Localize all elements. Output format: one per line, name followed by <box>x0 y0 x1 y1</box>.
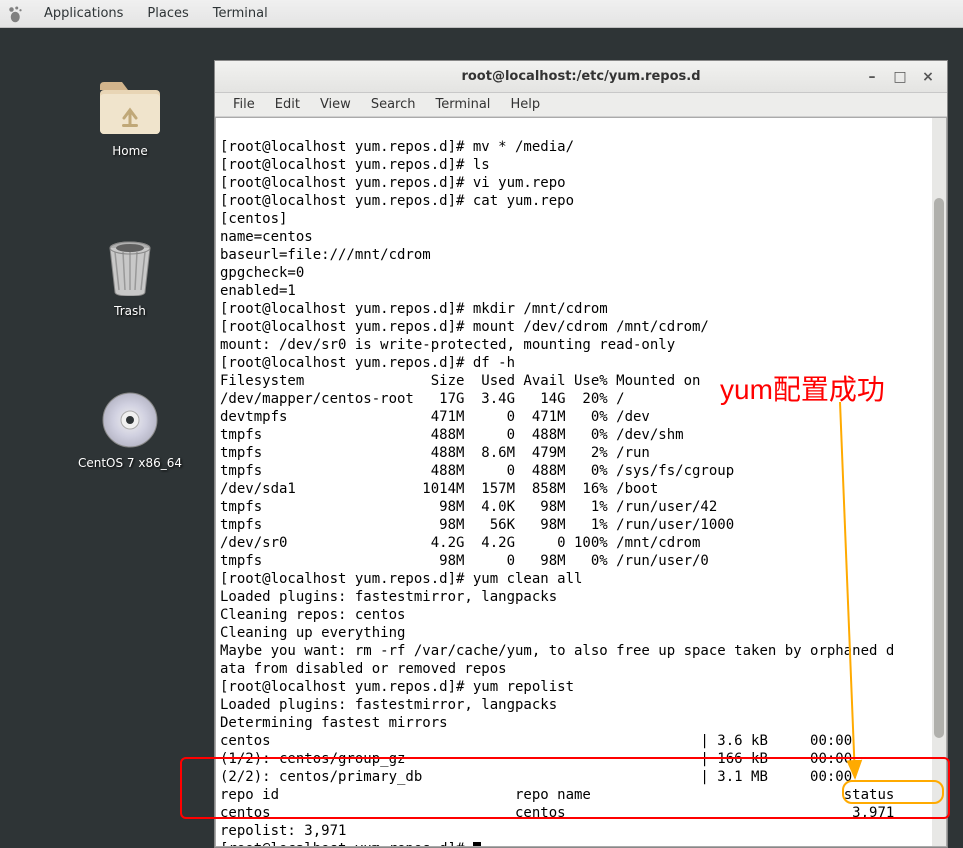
terminal-window: root@localhost:/etc/yum.repos.d – □ × Fi… <box>214 60 948 848</box>
terminal-line: [root@localhost yum.repos.d]# yum repoli… <box>220 679 574 695</box>
terminal-taskbar-item[interactable]: Terminal <box>201 6 280 21</box>
terminal-line: tmpfs 488M 0 488M 0% /dev/shm <box>220 427 684 443</box>
terminal-line: [root@localhost yum.repos.d]# mv * /medi… <box>220 139 574 155</box>
menu-help[interactable]: Help <box>500 97 550 112</box>
terminal-line: [root@localhost yum.repos.d]# df -h <box>220 355 515 371</box>
trash-label: Trash <box>70 304 190 318</box>
terminal-line: [root@localhost yum.repos.d]# cat yum.re… <box>220 193 574 209</box>
scrollbar-thumb[interactable] <box>934 198 944 738</box>
terminal-line: Determining fastest mirrors <box>220 715 448 731</box>
terminal-menubar: File Edit View Search Terminal Help <box>215 93 947 117</box>
terminal-line: [root@localhost yum.repos.d]# vi yum.rep… <box>220 175 566 191</box>
terminal-scrollbar[interactable] <box>932 118 946 846</box>
terminal-line: Loaded plugins: fastestmirror, langpacks <box>220 589 557 605</box>
gnome-foot-icon <box>6 4 26 24</box>
terminal-line: tmpfs 98M 4.0K 98M 1% /run/user/42 <box>220 499 717 515</box>
terminal-line: [root@localhost yum.repos.d]# mount /dev… <box>220 319 709 335</box>
terminal-line: /dev/sr0 4.2G 4.2G 0 100% /mnt/cdrom <box>220 535 700 551</box>
terminal-line: tmpfs 98M 0 98M 0% /run/user/0 <box>220 553 709 569</box>
terminal-body[interactable]: [root@localhost yum.repos.d]# mv * /medi… <box>215 117 947 847</box>
home-label: Home <box>70 144 190 158</box>
window-title: root@localhost:/etc/yum.repos.d <box>215 69 947 84</box>
minimize-button[interactable]: – <box>859 66 885 88</box>
annotation-text: yum配置成功 <box>720 368 885 408</box>
terminal-line: Cleaning up everything <box>220 625 405 641</box>
menu-file[interactable]: File <box>223 97 265 112</box>
terminal-line: Cleaning repos: centos <box>220 607 405 623</box>
desktop[interactable]: Home Trash <box>0 28 963 820</box>
menu-view[interactable]: View <box>310 97 361 112</box>
terminal-line: tmpfs 488M 8.6M 479M 2% /run <box>220 445 650 461</box>
terminal-line: tmpfs 98M 56K 98M 1% /run/user/1000 <box>220 517 734 533</box>
trash-bin-icon <box>98 238 162 298</box>
annotation-highlight-red <box>180 757 950 819</box>
window-titlebar[interactable]: root@localhost:/etc/yum.repos.d – □ × <box>215 61 947 93</box>
terminal-line: [root@localhost yum.repos.d]# yum clean … <box>220 571 582 587</box>
terminal-line: mount: /dev/sr0 is write-protected, moun… <box>220 337 675 353</box>
terminal-line: devtmpfs 471M 0 471M 0% /dev <box>220 409 650 425</box>
folder-icon <box>98 78 162 138</box>
terminal-line: tmpfs 488M 0 488M 0% /sys/fs/cgroup <box>220 463 734 479</box>
terminal-line: /dev/sda1 1014M 157M 858M 16% /boot <box>220 481 658 497</box>
window-controls: – □ × <box>859 61 941 93</box>
terminal-line: baseurl=file:///mnt/cdrom <box>220 247 431 263</box>
menu-search[interactable]: Search <box>361 97 426 112</box>
top-panel: Applications Places Terminal <box>0 0 963 28</box>
terminal-line: ata from disabled or removed repos <box>220 661 507 677</box>
maximize-button[interactable]: □ <box>887 66 913 88</box>
terminal-line: Filesystem Size Used Avail Use% Mounted … <box>220 373 700 389</box>
terminal-line: enabled=1 <box>220 283 296 299</box>
cdrom-label: CentOS 7 x86_64 <box>70 456 190 470</box>
terminal-line: /dev/mapper/centos-root 17G 3.4G 14G 20%… <box>220 391 625 407</box>
terminal-line: centos | 3.6 kB 00:00 <box>220 733 894 749</box>
menu-terminal[interactable]: Terminal <box>425 97 500 112</box>
terminal-line: [centos] <box>220 211 287 227</box>
places-menu[interactable]: Places <box>135 6 200 21</box>
menu-edit[interactable]: Edit <box>265 97 310 112</box>
terminal-line: gpgcheck=0 <box>220 265 304 281</box>
cdrom-icon[interactable]: CentOS 7 x86_64 <box>70 390 190 470</box>
trash-icon[interactable]: Trash <box>70 238 190 318</box>
terminal-line: repolist: 3,971 <box>220 823 346 839</box>
terminal-line: Loaded plugins: fastestmirror, langpacks <box>220 697 557 713</box>
applications-menu[interactable]: Applications <box>32 6 135 21</box>
terminal-line: [root@localhost yum.repos.d]# mkdir /mnt… <box>220 301 608 317</box>
terminal-line: name=centos <box>220 229 313 245</box>
terminal-prompt-line: [root@localhost yum.repos.d]# <box>220 841 481 847</box>
terminal-line: Maybe you want: rm -rf /var/cache/yum, t… <box>220 643 894 659</box>
disc-icon <box>98 390 162 450</box>
home-folder-icon[interactable]: Home <box>70 78 190 158</box>
close-button[interactable]: × <box>915 66 941 88</box>
cursor-icon <box>473 842 481 847</box>
terminal-line: [root@localhost yum.repos.d]# ls <box>220 157 490 173</box>
annotation-highlight-orange <box>842 780 944 804</box>
